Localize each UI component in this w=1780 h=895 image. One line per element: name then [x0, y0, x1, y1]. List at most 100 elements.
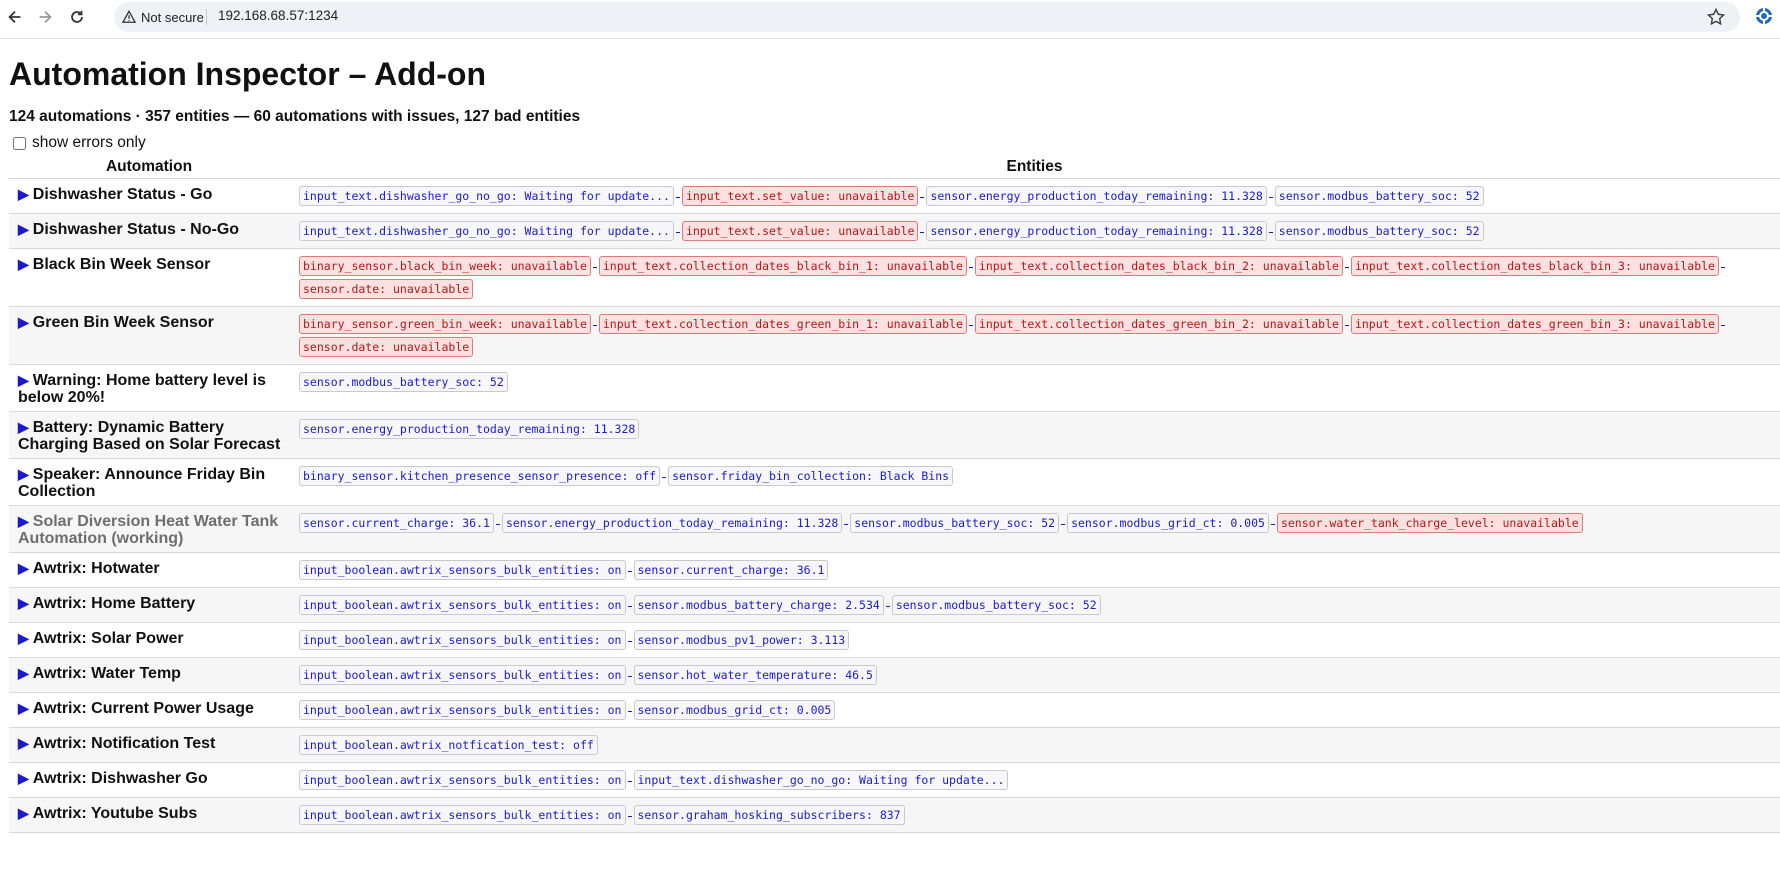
automation-name[interactable]: Awtrix: Home Battery [33, 595, 195, 612]
entity-chip-bad[interactable]: input_text.set_value: unavailable [681, 186, 919, 206]
entity-chip-bad[interactable]: sensor.water_tank_charge_level: unavaila… [1276, 513, 1583, 533]
entity-chip[interactable]: sensor.energy_production_today_remaining… [501, 513, 843, 533]
entity-chip[interactable]: sensor.modbus_battery_soc: 52 [1274, 221, 1484, 241]
entity-chip-bad[interactable]: input_text.collection_dates_black_bin_1:… [598, 256, 967, 276]
entity-separator [1268, 231, 1273, 233]
automation-name[interactable]: Black Bin Week Sensor [33, 256, 211, 273]
show-errors-label: show errors only [32, 134, 146, 151]
entity-chip[interactable]: input_boolean.awtrix_sensors_bulk_entiti… [299, 595, 626, 615]
expand-triangle-icon[interactable]: ▶ [18, 665, 29, 681]
entity-chip[interactable]: sensor.hot_water_temperature: 46.5 [633, 665, 877, 685]
entity-chip[interactable]: sensor.friday_bin_collection: Black Bins [668, 466, 954, 486]
entity-separator [920, 231, 925, 233]
expand-triangle-icon[interactable]: ▶ [18, 221, 29, 237]
entity-chip[interactable]: sensor.modbus_battery_soc: 52 [891, 595, 1101, 615]
entity-chip[interactable]: input_text.dishwasher_go_no_go: Waiting … [299, 221, 674, 241]
automation-name[interactable]: Awtrix: Dishwasher Go [33, 770, 208, 787]
automation-name[interactable]: Awtrix: Hotwater [33, 560, 160, 577]
entities-cell: input_boolean.awtrix_sensors_bulk_entiti… [289, 692, 1780, 728]
expand-triangle-icon[interactable]: ▶ [18, 700, 29, 716]
expand-triangle-icon[interactable]: ▶ [18, 186, 29, 202]
bookmark-star-icon[interactable] [1706, 7, 1726, 27]
expand-triangle-icon[interactable]: ▶ [18, 805, 29, 821]
entity-separator [592, 324, 597, 326]
entity-separator [1268, 196, 1273, 198]
expand-triangle-icon[interactable]: ▶ [18, 256, 29, 272]
entity-chip[interactable]: sensor.modbus_battery_soc: 52 [1274, 186, 1484, 206]
automation-name[interactable]: Warning: Home battery level is below 20%… [18, 372, 266, 406]
entity-chip-bad[interactable]: input_text.set_value: unavailable [681, 221, 919, 241]
entity-chip-bad[interactable]: sensor.date: unavailable [299, 279, 474, 299]
table-row: ▶ Awtrix: Current Power Usage input_boolea… [9, 692, 1780, 728]
expand-triangle-icon[interactable]: ▶ [18, 630, 29, 646]
automation-name[interactable]: Awtrix: Notification Test [33, 735, 216, 752]
entity-chip-bad[interactable]: input_text.collection_dates_green_bin_2:… [974, 314, 1343, 334]
automation-name[interactable]: Dishwasher Status - Go [33, 186, 213, 203]
entity-chip[interactable]: input_boolean.awtrix_sensors_bulk_entiti… [299, 805, 626, 825]
entity-chip[interactable]: sensor.current_charge: 36.1 [299, 513, 494, 533]
entity-chip[interactable]: input_boolean.awtrix_sensors_bulk_entiti… [299, 630, 626, 650]
entity-chip[interactable]: sensor.modbus_battery_soc: 52 [299, 372, 508, 392]
forward-arrow-icon[interactable] [32, 4, 58, 30]
expand-triangle-icon[interactable]: ▶ [18, 513, 29, 529]
entity-chip[interactable]: input_boolean.awtrix_sensors_bulk_entiti… [299, 770, 626, 790]
automation-name[interactable]: Awtrix: Solar Power [33, 630, 184, 647]
expand-triangle-icon[interactable]: ▶ [18, 314, 29, 330]
table-row: ▶ Awtrix: Hotwater input_boolean.awtrix_se… [9, 552, 1780, 588]
expand-triangle-icon[interactable]: ▶ [18, 419, 29, 435]
automation-name[interactable]: Awtrix: Youtube Subs [33, 805, 197, 822]
entity-chip[interactable]: sensor.modbus_grid_ct: 0.005 [633, 700, 836, 720]
automation-name[interactable]: Awtrix: Water Temp [33, 665, 181, 682]
entity-chip[interactable]: input_boolean.awtrix_sensors_bulk_entiti… [299, 665, 626, 685]
entity-separator [968, 266, 973, 268]
entity-chip[interactable]: input_boolean.awtrix_sensors_bulk_entiti… [299, 560, 626, 580]
expand-triangle-icon[interactable]: ▶ [18, 735, 29, 751]
automation-name[interactable]: Speaker: Announce Friday Bin Collection [18, 466, 265, 500]
expand-triangle-icon[interactable]: ▶ [18, 560, 29, 576]
entity-chip-bad[interactable]: binary_sensor.black_bin_week: unavailabl… [299, 256, 591, 276]
extension-icon[interactable] [1754, 6, 1774, 26]
entity-chip[interactable]: sensor.modbus_battery_soc: 52 [850, 513, 1060, 533]
entity-chip[interactable]: input_boolean.awtrix_sensors_bulk_entiti… [299, 700, 626, 720]
expand-triangle-icon[interactable]: ▶ [18, 595, 29, 611]
entity-chip[interactable]: sensor.energy_production_today_remaining… [926, 186, 1267, 206]
automation-name[interactable]: Solar Diversion Heat Water Tank Automati… [18, 513, 278, 547]
automation-name[interactable]: Dishwasher Status - No-Go [33, 221, 239, 238]
security-indicator[interactable]: Not secure [122, 7, 204, 27]
reload-icon[interactable] [64, 4, 90, 30]
entity-chip[interactable]: input_boolean.awtrix_notfication_test: o… [299, 735, 598, 755]
show-errors-checkbox[interactable] [13, 136, 26, 150]
automation-name[interactable]: Battery: Dynamic Battery Charging Based … [18, 419, 280, 453]
automation-cell: ▶ Awtrix: Youtube Subs [9, 797, 289, 833]
entity-chip[interactable]: sensor.modbus_battery_charge: 2.534 [633, 595, 884, 615]
expand-triangle-icon[interactable]: ▶ [18, 466, 29, 482]
entity-chip[interactable]: binary_sensor.kitchen_presence_sensor_pr… [299, 466, 661, 486]
entity-chip-bad[interactable]: input_text.collection_dates_green_bin_1:… [598, 314, 967, 334]
expand-triangle-icon[interactable]: ▶ [18, 372, 29, 388]
url-text[interactable]: 192.168.68.57:1234 [218, 8, 338, 23]
entity-chip[interactable]: sensor.energy_production_today_remaining… [926, 221, 1267, 241]
entity-chip-bad[interactable]: sensor.date: unavailable [299, 337, 474, 357]
entities-cell: binary_sensor.green_bin_week: unavailabl… [289, 306, 1780, 365]
entities-cell: binary_sensor.black_bin_week: unavailabl… [289, 248, 1780, 307]
entity-chip[interactable]: sensor.modbus_grid_ct: 0.005 [1067, 513, 1269, 533]
automation-name[interactable]: Green Bin Week Sensor [33, 314, 214, 331]
show-errors-filter[interactable]: show errors only [9, 134, 1780, 152]
back-arrow-icon[interactable] [2, 4, 28, 30]
automation-cell: ▶ Green Bin Week Sensor [9, 306, 289, 365]
entity-chip-bad[interactable]: binary_sensor.green_bin_week: unavailabl… [299, 314, 591, 334]
entity-chip[interactable]: sensor.modbus_pv1_power: 3.113 [633, 630, 850, 650]
entity-chip[interactable]: sensor.energy_production_today_remaining… [299, 419, 640, 439]
entity-chip[interactable]: sensor.graham_hosking_subscribers: 837 [633, 805, 905, 825]
entity-chip[interactable]: sensor.current_charge: 36.1 [633, 560, 829, 580]
divider [206, 9, 207, 25]
entity-chip-bad[interactable]: input_text.collection_dates_black_bin_3:… [1350, 256, 1719, 276]
expand-triangle-icon[interactable]: ▶ [18, 770, 29, 786]
entity-chip-bad[interactable]: input_text.collection_dates_black_bin_2:… [974, 256, 1343, 276]
entity-chip[interactable]: input_text.dishwasher_go_no_go: Waiting … [299, 186, 674, 206]
address-bar[interactable]: Not secure 192.168.68.57:1234 [114, 2, 1740, 32]
entities-cell: binary_sensor.kitchen_presence_sensor_pr… [289, 458, 1780, 506]
automation-name[interactable]: Awtrix: Current Power Usage [33, 700, 254, 717]
entity-chip-bad[interactable]: input_text.collection_dates_green_bin_3:… [1350, 314, 1719, 334]
entity-chip[interactable]: input_text.dishwasher_go_no_go: Waiting … [633, 770, 1009, 790]
